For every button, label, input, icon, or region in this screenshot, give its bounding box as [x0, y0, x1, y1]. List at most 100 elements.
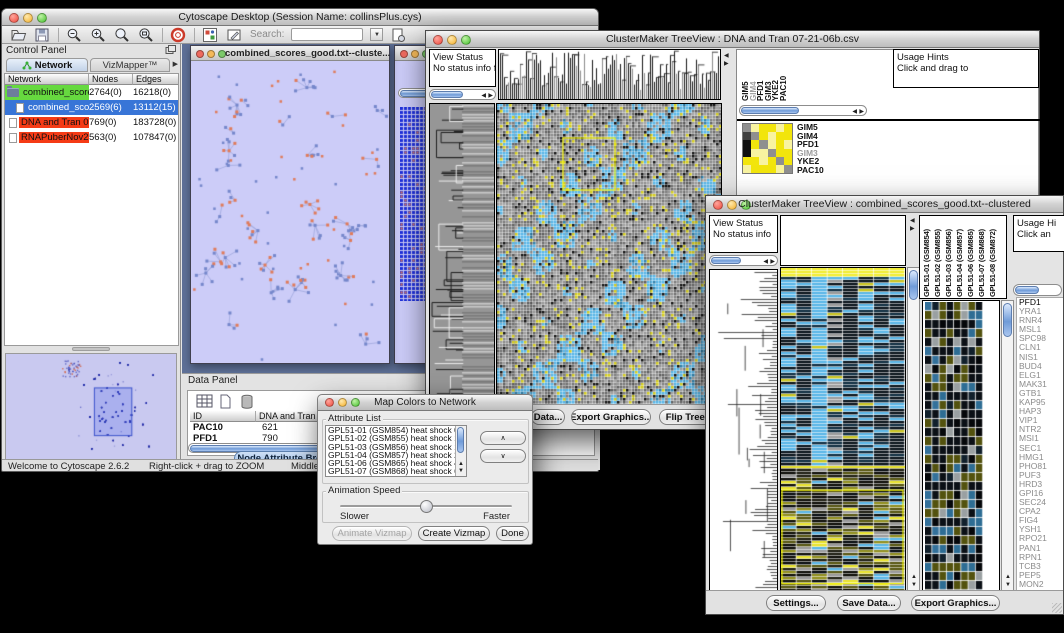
splitter-right-icon[interactable]: ▶ [910, 226, 915, 232]
tv2-global-vscrollbar[interactable]: ▲ ▼ [907, 267, 920, 591]
animate-vizmap-button[interactable]: Animate Vizmap [332, 526, 412, 541]
search-dropdown-arrow[interactable]: ▼ [370, 28, 383, 41]
create-vizmap-button[interactable]: Create Vizmap [418, 526, 490, 541]
save-data-button[interactable]: Save Data... [837, 595, 901, 611]
scroll-up-icon[interactable]: ▲ [911, 574, 917, 580]
tab-overflow-arrow[interactable]: ▶ [173, 60, 178, 68]
row-dendrogram-canvas[interactable] [710, 270, 777, 590]
column-label[interactable]: PAC10 [779, 52, 787, 101]
move-down-button[interactable]: ∨ [480, 449, 526, 463]
close-icon[interactable] [400, 50, 408, 58]
done-button[interactable]: Done [496, 526, 529, 541]
resize-grip[interactable] [1052, 603, 1062, 613]
search-input[interactable] [291, 28, 363, 41]
tv1-zoom-scrollbar[interactable]: ◀ ▶ [739, 105, 867, 116]
attribute-table-icon[interactable] [196, 394, 213, 409]
column-label[interactable]: YKE2 [771, 52, 779, 101]
column-label[interactable]: GPL51-01 (GSM854) [922, 217, 933, 297]
help-lifering-icon[interactable] [170, 27, 187, 43]
scrollbar-thumb[interactable] [711, 257, 741, 264]
tab-vizmapper[interactable]: VizMapper™ [90, 58, 170, 72]
zoom-fit-icon[interactable] [138, 27, 155, 43]
tv2-heatmap-canvas[interactable] [781, 268, 905, 590]
export-graphics-button[interactable]: Export Graphics... [571, 409, 651, 425]
dense-network-canvas[interactable] [400, 107, 427, 301]
attribute-item[interactable]: GPL51-07 (GSM868) heat shock 60 min [326, 467, 466, 475]
column-label[interactable]: GPL51-06 (GSM865) [966, 217, 977, 297]
vizmapper-icon[interactable] [202, 27, 219, 43]
scroll-down-icon[interactable]: ▼ [911, 582, 917, 588]
dialog-titlebar[interactable]: Map Colors to Network [318, 395, 532, 411]
network-view-frame[interactable]: combined_scores_good.txt--cluste... [190, 45, 390, 364]
row-dendrogram-canvas[interactable] [430, 104, 494, 405]
tv1-status-scrollbar[interactable]: ◀ ▶ [429, 89, 496, 100]
attribute-list-vscrollbar[interactable]: ▲ ▼ [455, 426, 466, 476]
network-row[interactable]: RNAPuberNov2+ 563(0) 107847(0) [5, 130, 178, 145]
move-up-button[interactable]: ∧ [480, 431, 526, 445]
column-label[interactable]: GPL51-04 (GSM857) [955, 217, 966, 297]
scroll-up-icon[interactable]: ▲ [458, 461, 464, 467]
network-row[interactable]: combined_sco 2569(6) 13112(15) [5, 100, 178, 115]
scroll-right-icon[interactable]: ▶ [859, 109, 864, 115]
network-frame-titlebar[interactable]: combined_scores_good.txt--cluste... [191, 46, 389, 61]
column-label[interactable]: PFD1 [756, 52, 764, 101]
animation-speed-slider[interactable] [340, 505, 512, 508]
annotation-icon[interactable] [226, 27, 243, 43]
column-label[interactable]: GPL51-02 (GSM855) [933, 217, 944, 297]
splitter-right-icon[interactable]: ▶ [724, 61, 729, 67]
row-label[interactable]: PAC10 [797, 166, 824, 175]
column-label[interactable]: GPL51-03 (GSM856) [944, 217, 955, 297]
tv2-column-dendrogram-box[interactable] [780, 215, 906, 266]
column-label[interactable]: GPL51-08 (GSM872) [988, 217, 999, 297]
tab-network[interactable]: Network [6, 58, 88, 72]
scroll-right-icon[interactable]: ▶ [488, 93, 493, 99]
overview-divider-handle[interactable] [72, 347, 110, 351]
export-graphics-button[interactable]: Export Graphics... [911, 595, 1000, 611]
scroll-down-icon[interactable]: ▼ [1005, 582, 1011, 588]
column-header-nodes[interactable]: Nodes [89, 74, 133, 85]
network-row[interactable]: DNA and Tran 07 769(0) 183728(0) [5, 115, 178, 130]
scroll-down-icon[interactable]: ▼ [458, 468, 464, 474]
treeview1-titlebar[interactable]: ClusterMaker TreeView : DNA and Tran 07-… [426, 31, 1039, 48]
minimize-icon[interactable] [207, 50, 215, 58]
column-header-network[interactable]: Network [5, 74, 89, 85]
zoom-in-icon[interactable] [90, 27, 107, 43]
similarity-matrix[interactable] [742, 123, 793, 174]
network-view-canvas[interactable] [191, 61, 389, 363]
network-row[interactable]: combined_scores 2764(0) 16218(0) [5, 85, 178, 100]
tv2-zoom-vscrollbar[interactable]: ▲ ▼ [1001, 300, 1014, 591]
open-folder-icon[interactable] [10, 27, 27, 43]
column-label[interactable]: GIM5 [741, 52, 749, 101]
save-data-button[interactable]: Data... [531, 409, 565, 425]
column-label[interactable]: GPL51-07 (GSM868) [977, 217, 988, 297]
float-panel-icon[interactable] [165, 45, 176, 55]
scroll-right-icon[interactable]: ▶ [770, 259, 775, 265]
scrollbar-thumb[interactable] [909, 270, 918, 300]
settings-button[interactable]: Settings... [766, 595, 826, 611]
minimize-icon[interactable] [411, 50, 419, 58]
slider-thumb[interactable] [420, 500, 433, 513]
scroll-up-icon[interactable]: ▲ [1005, 574, 1011, 580]
splitter-left-icon[interactable]: ◀ [724, 53, 729, 59]
new-attribute-icon[interactable] [219, 394, 236, 409]
filter-settings-icon[interactable] [390, 27, 407, 43]
main-titlebar[interactable]: Cytoscape Desktop (Session Name: collins… [2, 9, 598, 26]
zoom-selected-icon[interactable] [114, 27, 131, 43]
delete-attribute-icon[interactable] [240, 394, 257, 409]
splitter-left-icon[interactable]: ◀ [910, 218, 915, 224]
tv2-zoom-canvas[interactable] [925, 302, 983, 591]
save-icon[interactable] [34, 27, 51, 43]
column-dendrogram-canvas[interactable] [499, 50, 720, 99]
scrollbar-thumb[interactable] [1015, 286, 1039, 294]
tv2-status-scrollbar[interactable]: ◀ ▶ [709, 255, 778, 266]
tv2-genes-scrollbar[interactable] [1013, 284, 1062, 296]
scrollbar-thumb[interactable] [457, 427, 464, 453]
tv1-heatmap-canvas[interactable] [497, 104, 721, 405]
scrollbar-thumb[interactable] [1003, 303, 1012, 337]
scroll-left-icon[interactable]: ◀ [481, 93, 486, 99]
scrollbar-thumb[interactable] [741, 107, 799, 114]
scrollbar-thumb[interactable] [431, 91, 463, 98]
scroll-left-icon[interactable]: ◀ [852, 109, 857, 115]
close-icon[interactable] [196, 50, 204, 58]
zoom-out-icon[interactable] [66, 27, 83, 43]
